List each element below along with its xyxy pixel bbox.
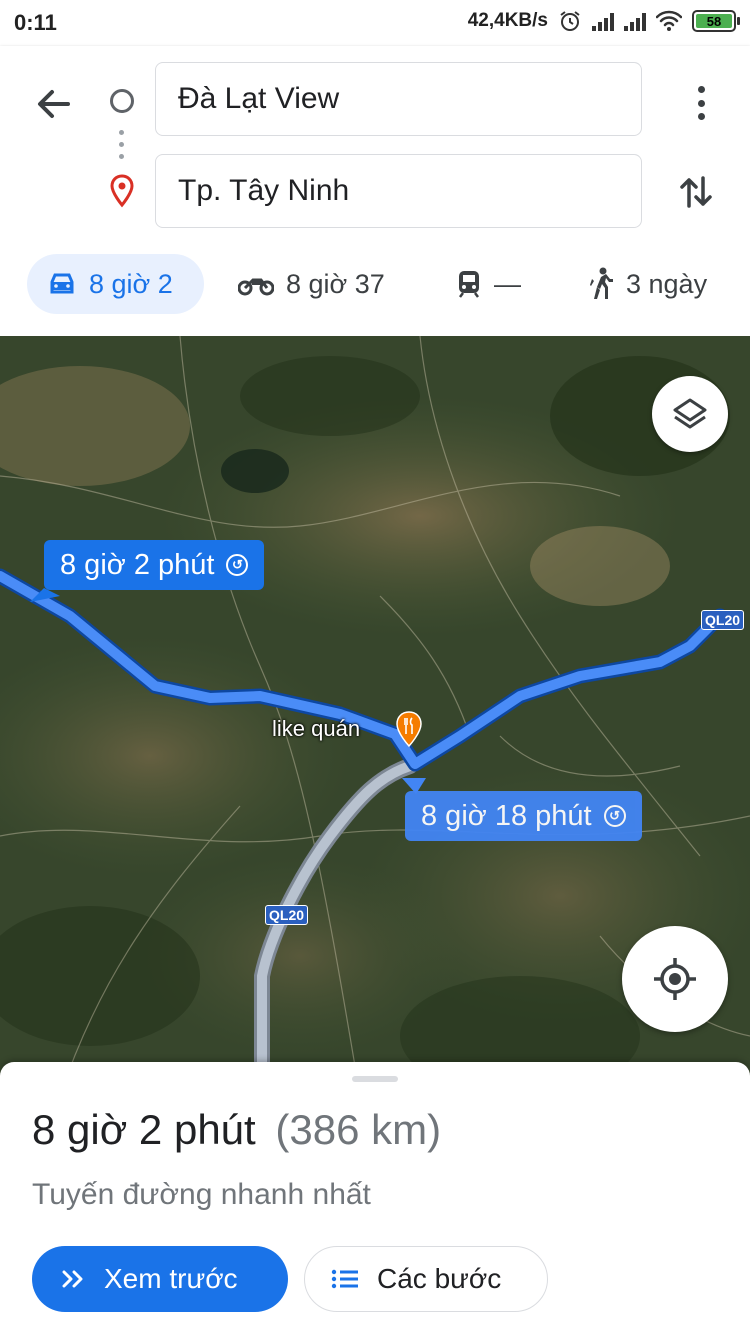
walk-duration: 3 ngày: [626, 268, 708, 299]
tab-car[interactable]: 8 giờ 2: [27, 254, 204, 314]
swap-icon[interactable]: [676, 172, 716, 212]
road-badge: QL20: [265, 905, 309, 925]
train-icon: [459, 271, 479, 298]
destination-field[interactable]: Tp. Tây Ninh: [155, 154, 642, 228]
alternate-route-icon: ↺: [603, 805, 626, 827]
steps-label: Các bước: [377, 1263, 502, 1294]
preview-button[interactable]: Xem trước: [32, 1246, 288, 1312]
restaurant-pin-icon[interactable]: [394, 710, 424, 748]
destination-pin-icon: [110, 174, 134, 208]
route-main-callout[interactable]: 8 giờ 2 phút ↺: [44, 540, 265, 590]
my-location-icon: [654, 958, 696, 1000]
poi-label[interactable]: like quán: [272, 716, 360, 742]
directions-header: Đà Lạt View Tp. Tây Ninh 8 giờ 2 8 giờ 3…: [0, 46, 750, 336]
walking-icon: [590, 267, 613, 299]
alarm-icon: [560, 11, 580, 31]
signal-icon: [624, 11, 646, 31]
signal-icon: [592, 11, 614, 31]
back-arrow-icon[interactable]: [30, 81, 76, 127]
double-chevron-icon: [62, 1270, 83, 1288]
transit-duration: —: [494, 268, 521, 299]
wifi-icon: [656, 10, 682, 31]
map-view[interactable]: 8 giờ 2 phút ↺ 8 giờ 18 phút ↺ QL20 QL20…: [0, 336, 750, 1096]
motorbike-duration: 8 giờ 37: [286, 268, 385, 299]
layers-icon: [673, 398, 707, 429]
preview-label: Xem trước: [104, 1263, 238, 1294]
route-distance: (386 km): [275, 1106, 442, 1153]
steps-button[interactable]: Các bước: [304, 1246, 548, 1312]
status-bar: 0:11 42,4KB/s 58: [0, 0, 750, 46]
route-subtitle: Tuyến đường nhanh nhất: [32, 1178, 371, 1211]
battery-icon: 58: [692, 10, 740, 32]
tab-transit[interactable]: —: [456, 254, 521, 314]
route-dots: [119, 130, 124, 159]
more-options-icon[interactable]: [686, 82, 716, 124]
layers-button[interactable]: [652, 376, 728, 452]
list-icon: [331, 1269, 358, 1289]
origin-field[interactable]: Đà Lạt View: [155, 62, 642, 136]
route-main-duration: 8 giờ 2 phút: [60, 548, 215, 581]
route-duration: 8 giờ 2 phút: [32, 1106, 256, 1153]
tab-walk[interactable]: 3 ngày: [588, 254, 707, 314]
alternate-route-icon: ↺: [226, 554, 249, 576]
route-summary: 8 giờ 2 phút (386 km): [32, 1106, 441, 1154]
road-badge: QL20: [701, 610, 745, 630]
origin-text: Đà Lạt View: [178, 82, 340, 115]
car-duration: 8 giờ 2: [89, 268, 173, 299]
motorbike-icon: [238, 278, 274, 296]
route-alt-duration: 8 giờ 18 phút: [421, 799, 592, 832]
network-speed: 42,4KB/s: [467, 10, 548, 31]
my-location-button[interactable]: [622, 926, 728, 1032]
tab-motorbike[interactable]: 8 giờ 37: [238, 254, 385, 314]
route-alt-callout[interactable]: 8 giờ 18 phút ↺: [405, 791, 642, 841]
route-summary-sheet[interactable]: 8 giờ 2 phút (386 km) Tuyến đường nhanh …: [0, 1062, 750, 1333]
origin-dot-icon: [110, 89, 134, 113]
status-time: 0:11: [14, 10, 57, 35]
car-icon: [50, 273, 74, 294]
travel-mode-tabs: 8 giờ 2 8 giờ 37 — 3 ngày: [0, 254, 750, 314]
destination-text: Tp. Tây Ninh: [178, 174, 350, 207]
drag-handle[interactable]: [352, 1076, 398, 1082]
